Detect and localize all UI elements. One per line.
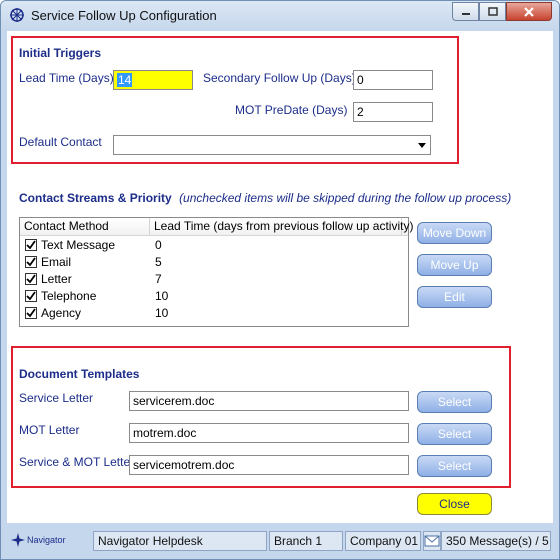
contact-streams-title: Contact Streams & Priority: [19, 191, 172, 205]
close-window-button[interactable]: [506, 2, 552, 21]
select-service-mot-letter-button[interactable]: Select: [417, 455, 492, 477]
mot-predate-label: MOT PreDate (Days): [235, 103, 348, 117]
contact-method-cell: Letter: [41, 272, 72, 286]
document-templates-heading: Document Templates: [19, 367, 140, 381]
column-lead-time[interactable]: Lead Time (days from previous follow up …: [150, 218, 413, 235]
mot-letter-input[interactable]: motrem.doc: [129, 423, 409, 443]
lead-time-input[interactable]: 14: [113, 70, 193, 90]
mail-icon: [424, 535, 440, 547]
list-item[interactable]: Letter 7: [20, 271, 408, 288]
row-checkbox[interactable]: [25, 256, 37, 268]
list-item[interactable]: Text Message 0: [20, 237, 408, 254]
secondary-follow-up-label: Secondary Follow Up (Days): [203, 71, 356, 85]
checkmark-icon: [26, 274, 36, 284]
contact-method-cell: Telephone: [41, 289, 97, 303]
checkmark-icon: [26, 257, 36, 267]
lead-time-label: Lead Time (Days): [19, 71, 114, 85]
row-checkbox[interactable]: [25, 307, 37, 319]
chevron-down-icon: [417, 142, 426, 148]
list-item[interactable]: Email 5: [20, 254, 408, 271]
close-button[interactable]: Close: [417, 493, 492, 515]
move-down-button[interactable]: Move Down: [417, 222, 492, 244]
messages-status[interactable]: 350 Message(s) / 5: [441, 531, 551, 551]
maximize-icon: [487, 6, 498, 16]
list-item[interactable]: Telephone 10: [20, 288, 408, 305]
service-letter-input[interactable]: servicerem.doc: [129, 391, 409, 411]
mail-status[interactable]: [423, 531, 441, 551]
client-area: Initial Triggers Lead Time (Days) 14 Sec…: [7, 31, 553, 523]
maximize-button[interactable]: [479, 2, 506, 21]
navigator-logo-text: Navigator: [27, 535, 66, 545]
branch-status[interactable]: Branch 1: [269, 531, 343, 551]
lead-time-cell: 7: [155, 272, 162, 286]
edit-button[interactable]: Edit: [417, 286, 492, 308]
row-checkbox[interactable]: [25, 290, 37, 302]
status-bar: Navigator Navigator Helpdesk Branch 1 Co…: [1, 523, 559, 559]
lead-time-cell: 10: [155, 306, 169, 320]
secondary-follow-up-input[interactable]: 0: [353, 70, 433, 90]
default-contact-select[interactable]: [113, 135, 431, 155]
contact-method-cell: Text Message: [41, 238, 116, 252]
service-mot-letter-input[interactable]: servicemotrem.doc: [129, 455, 409, 475]
column-contact-method[interactable]: Contact Method: [20, 218, 150, 235]
window-title: Service Follow Up Configuration: [31, 8, 217, 23]
contact-method-cell: Email: [41, 255, 72, 269]
list-header: Contact Method Lead Time (days from prev…: [20, 218, 413, 236]
move-up-button[interactable]: Move Up: [417, 254, 492, 276]
minimize-icon: [461, 12, 470, 15]
initial-triggers-heading: Initial Triggers: [19, 46, 102, 60]
checkmark-icon: [26, 240, 36, 250]
lead-time-cell: 5: [155, 255, 162, 269]
helpdesk-status[interactable]: Navigator Helpdesk: [93, 531, 267, 551]
service-mot-letter-label: Service & MOT Letter: [19, 455, 135, 469]
lead-time-cell: 10: [155, 289, 169, 303]
default-contact-label: Default Contact: [19, 135, 102, 149]
contact-method-cell: Agency: [41, 306, 82, 320]
select-service-letter-button[interactable]: Select: [417, 391, 492, 413]
list-item[interactable]: Agency 10: [20, 305, 408, 322]
default-contact-dropdown-button[interactable]: [414, 137, 429, 153]
mot-letter-label: MOT Letter: [19, 423, 80, 437]
mot-predate-input[interactable]: 2: [353, 102, 433, 122]
navigator-logo-icon: [11, 533, 25, 547]
lead-time-value: 14: [117, 73, 133, 87]
service-letter-label: Service Letter: [19, 391, 94, 405]
checkmark-icon: [26, 308, 36, 318]
contact-streams-heading: Contact Streams & Priority (unchecked it…: [19, 191, 511, 205]
company-status[interactable]: Company 01: [345, 531, 421, 551]
close-icon: [524, 6, 534, 17]
minimize-button[interactable]: [452, 2, 479, 21]
checkmark-icon: [26, 291, 36, 301]
row-checkbox[interactable]: [25, 273, 37, 285]
contact-streams-list[interactable]: Contact Method Lead Time (days from prev…: [19, 217, 413, 327]
app-icon: [10, 8, 24, 22]
contact-streams-hint: (unchecked items will be skipped during …: [179, 191, 512, 205]
navigator-logo: Navigator: [11, 533, 66, 547]
select-mot-letter-button[interactable]: Select: [417, 423, 492, 445]
app-window: Service Follow Up Configuration Initial …: [0, 0, 560, 560]
row-checkbox[interactable]: [25, 239, 37, 251]
lead-time-cell: 0: [155, 238, 162, 252]
title-bar[interactable]: Service Follow Up Configuration: [1, 1, 559, 31]
